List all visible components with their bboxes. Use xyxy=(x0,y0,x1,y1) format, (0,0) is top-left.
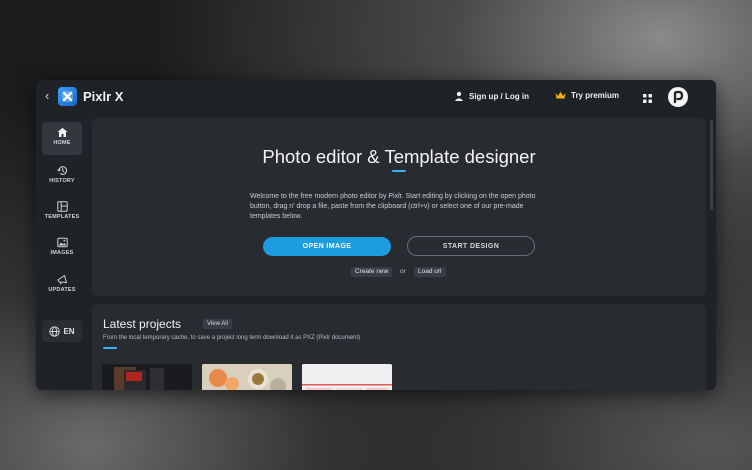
project-thumbnail[interactable] xyxy=(302,364,392,390)
sidebar-item-label: TEMPLATES xyxy=(44,214,80,220)
language-selector[interactable]: EN xyxy=(42,320,82,342)
sidebar-item-home[interactable]: HOME xyxy=(42,122,82,155)
app-title: Pixlr X xyxy=(83,89,124,104)
top-bar: ‹ Pixlr X Sign up / Log in Try premium xyxy=(36,80,716,114)
view-all-button[interactable]: View All xyxy=(203,319,232,329)
section-subtitle: From the local temporary cache, to save … xyxy=(103,335,361,341)
chevron-left-icon[interactable]: ‹ xyxy=(45,89,49,103)
sidebar-item-label: IMAGES xyxy=(50,250,74,256)
megaphone-icon xyxy=(57,275,67,285)
sidebar-item-updates[interactable]: UPDATES xyxy=(42,269,82,302)
image-icon xyxy=(56,237,68,248)
globe-icon xyxy=(49,325,61,337)
open-image-button[interactable]: OPEN IMAGE xyxy=(263,237,391,256)
sidebar-item-images[interactable]: IMAGES xyxy=(42,232,82,265)
title-underline xyxy=(392,170,406,172)
app-window: ‹ Pixlr X Sign up / Log in Try premium H… xyxy=(36,80,716,390)
welcome-description: Welcome to the free modern photo editor … xyxy=(250,193,536,220)
sidebar-item-label: UPDATES xyxy=(48,287,76,293)
sidebar-item-templates[interactable]: TEMPLATES xyxy=(42,196,82,229)
or-separator: or xyxy=(400,268,406,275)
project-thumbnail[interactable] xyxy=(102,364,192,390)
section-underline xyxy=(103,347,117,349)
scrollbar[interactable] xyxy=(710,120,713,210)
sidebar-item-label: HOME xyxy=(53,140,71,146)
user-icon xyxy=(454,91,464,101)
history-icon xyxy=(56,166,67,175)
language-label: EN xyxy=(63,326,75,336)
create-new-button[interactable]: Create new xyxy=(351,267,393,277)
latest-projects-panel: Latest projects View All From the local … xyxy=(92,304,706,390)
templates-icon xyxy=(56,201,68,212)
section-title: Latest projects xyxy=(103,317,182,331)
try-premium-label: Try premium xyxy=(571,91,620,100)
project-thumbnail[interactable] xyxy=(202,364,292,390)
home-icon xyxy=(57,127,67,137)
load-url-button[interactable]: Load url xyxy=(414,267,446,277)
pixlr-logo-icon xyxy=(58,87,77,106)
crown-icon xyxy=(555,91,566,99)
sidebar-item-label: HISTORY xyxy=(49,178,75,184)
account-icon[interactable] xyxy=(668,87,688,107)
sign-up-login-button[interactable]: Sign up / Log in xyxy=(454,91,529,101)
try-premium-button[interactable]: Try premium xyxy=(555,91,619,100)
page-title: Photo editor & Template designer xyxy=(262,146,536,167)
sidebar-item-history[interactable]: HISTORY xyxy=(42,160,82,193)
grid-icon[interactable] xyxy=(642,91,653,109)
start-design-button[interactable]: START DESIGN xyxy=(407,236,535,256)
sign-up-login-label: Sign up / Log in xyxy=(469,91,529,101)
welcome-panel: Photo editor & Template designer Welcome… xyxy=(92,118,706,296)
